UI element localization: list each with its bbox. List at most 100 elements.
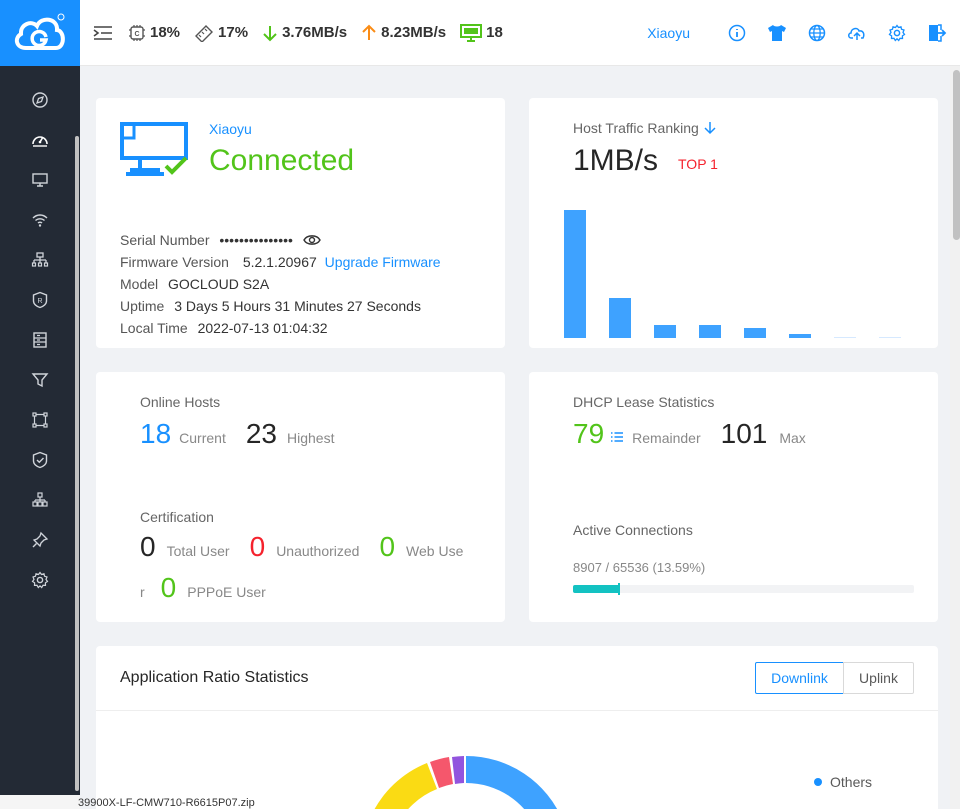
current-hosts-value: 18 [140, 418, 172, 449]
total-user-value: 0 [140, 531, 156, 562]
legend-others[interactable]: Others [814, 774, 872, 790]
highest-hosts-value: 23 [245, 418, 277, 449]
device-name-link[interactable]: Xiaoyu [209, 121, 252, 137]
logo[interactable] [0, 0, 80, 66]
svg-text:C: C [134, 31, 139, 38]
cpu-value: 18% [150, 24, 181, 41]
model-label: Model [120, 276, 159, 292]
application-ratio-card: Application Ratio Statistics Downlink Up… [96, 646, 938, 809]
traffic-bar-1[interactable] [564, 210, 586, 338]
downlink-button[interactable]: Downlink [755, 662, 844, 694]
online-hosts-card: Online Hosts 18 Current 23 Highest Certi… [96, 372, 505, 622]
model-value: GOCLOUD S2A [168, 276, 270, 292]
logout-icon[interactable] [926, 22, 948, 44]
web-user-label-wrap: r [140, 584, 145, 600]
network-topology-icon[interactable] [28, 248, 52, 272]
settings-icon[interactable] [28, 568, 52, 592]
page-scrollbar-thumb[interactable] [953, 70, 960, 240]
globe-icon[interactable] [806, 22, 828, 44]
traffic-bar-3[interactable] [654, 324, 676, 338]
active-connections-text: 8907 / 65536 (13.59%) [573, 560, 706, 575]
svg-text:R: R [37, 298, 42, 305]
model-row: Model GOCLOUD S2A [120, 276, 269, 292]
firmware-value: 5.2.1.20967 [242, 254, 317, 270]
pppoe-user-label: PPPoE User [187, 584, 266, 600]
upload-value: 8.23MB/s [381, 24, 447, 41]
application-donut-chart [374, 756, 558, 809]
eye-icon[interactable] [302, 233, 321, 249]
serial-number-value: ••••••••••••••• [219, 232, 293, 248]
progress-fill [573, 585, 620, 593]
top-bar: C 18% 17% 3.76MB/s 8.23MB/s 18 Xiaoyu [80, 0, 960, 66]
sidebar-scrollbar[interactable] [75, 136, 79, 791]
dashboard-icon[interactable] [28, 128, 52, 152]
max-value: 101 [720, 418, 768, 449]
monitor-nav-icon[interactable] [28, 168, 52, 192]
hosts-value: 18 [486, 24, 503, 41]
traffic-bar-chart [529, 98, 938, 348]
download-value: 3.76MB/s [282, 24, 348, 41]
legend-dot [814, 778, 822, 786]
highest-hosts-label: Highest [287, 430, 335, 446]
arrow-up-icon [362, 24, 376, 40]
security-policy-icon[interactable]: R [28, 288, 52, 312]
topbar-actions: Xiaoyu [647, 22, 960, 44]
dhcp-title: DHCP Lease Statistics [573, 394, 715, 410]
remainder-value: 79 [573, 418, 605, 449]
wifi-icon[interactable] [28, 208, 52, 232]
device-status-card: Xiaoyu Connected Serial Number •••••••••… [96, 98, 505, 348]
filter-icon[interactable] [28, 368, 52, 392]
uptime-row: Uptime 3 Days 5 Hours 31 Minutes 27 Seco… [120, 298, 421, 314]
serial-number-row: Serial Number ••••••••••••••• [120, 232, 321, 249]
list-icon[interactable] [610, 430, 624, 448]
memory-icon [195, 24, 214, 42]
traffic-bar-5[interactable] [744, 328, 766, 338]
current-hosts-label: Current [179, 430, 226, 446]
legend-others-label: Others [830, 774, 873, 790]
server-icon[interactable] [28, 328, 52, 352]
gear-icon[interactable] [886, 22, 908, 44]
traffic-bar-4[interactable] [699, 325, 721, 338]
device-connected-icon [120, 122, 190, 183]
taskbar-file: 39900X-LF-CMW710-R6615P07.zip [78, 797, 255, 809]
info-icon[interactable] [726, 22, 748, 44]
download-stat: 3.76MB/s [262, 24, 347, 42]
traffic-bar-8[interactable] [879, 337, 901, 338]
memory-stat: 17% [194, 24, 248, 42]
pppoe-stats: r 0 PPPoE User [140, 572, 266, 604]
local-time-row: Local Time 2022-07-13 01:04:32 [120, 320, 328, 336]
unauthorized-value: 0 [249, 531, 266, 562]
user-name-link[interactable]: Xiaoyu [647, 25, 690, 41]
dhcp-stats: 79 Remainder 101 Max [573, 418, 806, 450]
local-time-label: Local Time [120, 320, 188, 336]
upgrade-firmware-link[interactable]: Upgrade Firmware [325, 254, 441, 270]
traffic-bar-2[interactable] [609, 298, 631, 338]
firmware-row: Firmware Version 5.2.1.20967 Upgrade Fir… [120, 254, 441, 270]
donut-segment-others [466, 756, 558, 809]
online-hosts-title: Online Hosts [140, 394, 221, 410]
web-user-value: 0 [379, 531, 396, 562]
monitor-icon [460, 23, 483, 42]
active-connections-progress [573, 583, 914, 595]
shield-check-icon[interactable] [28, 448, 52, 472]
pin-icon[interactable] [28, 528, 52, 552]
uplink-button[interactable]: Uplink [843, 662, 914, 694]
vpn-icon[interactable] [28, 408, 52, 432]
host-traffic-card: Host Traffic Ranking 1MB/s TOP 1 [529, 98, 938, 348]
system-stats: C 18% 17% 3.76MB/s 8.23MB/s 18 [128, 23, 517, 42]
traffic-bar-6[interactable] [789, 334, 811, 338]
cloud-upload-icon[interactable] [846, 22, 868, 44]
card-divider [96, 710, 938, 711]
skin-shirt-icon[interactable] [766, 22, 788, 44]
progress-marker [618, 583, 621, 595]
upload-stat: 8.23MB/s [361, 24, 446, 42]
compass-icon[interactable] [28, 88, 52, 112]
web-user-label: Web Use [406, 543, 464, 559]
traffic-bar-7[interactable] [834, 337, 856, 338]
uptime-label: Uptime [120, 298, 165, 314]
hierarchy-icon[interactable] [28, 488, 52, 512]
uptime-value: 3 Days 5 Hours 31 Minutes 27 Seconds [174, 298, 421, 314]
local-time-value: 2022-07-13 01:04:32 [197, 320, 328, 336]
max-label: Max [779, 430, 806, 446]
menu-toggle-icon[interactable] [92, 22, 114, 44]
